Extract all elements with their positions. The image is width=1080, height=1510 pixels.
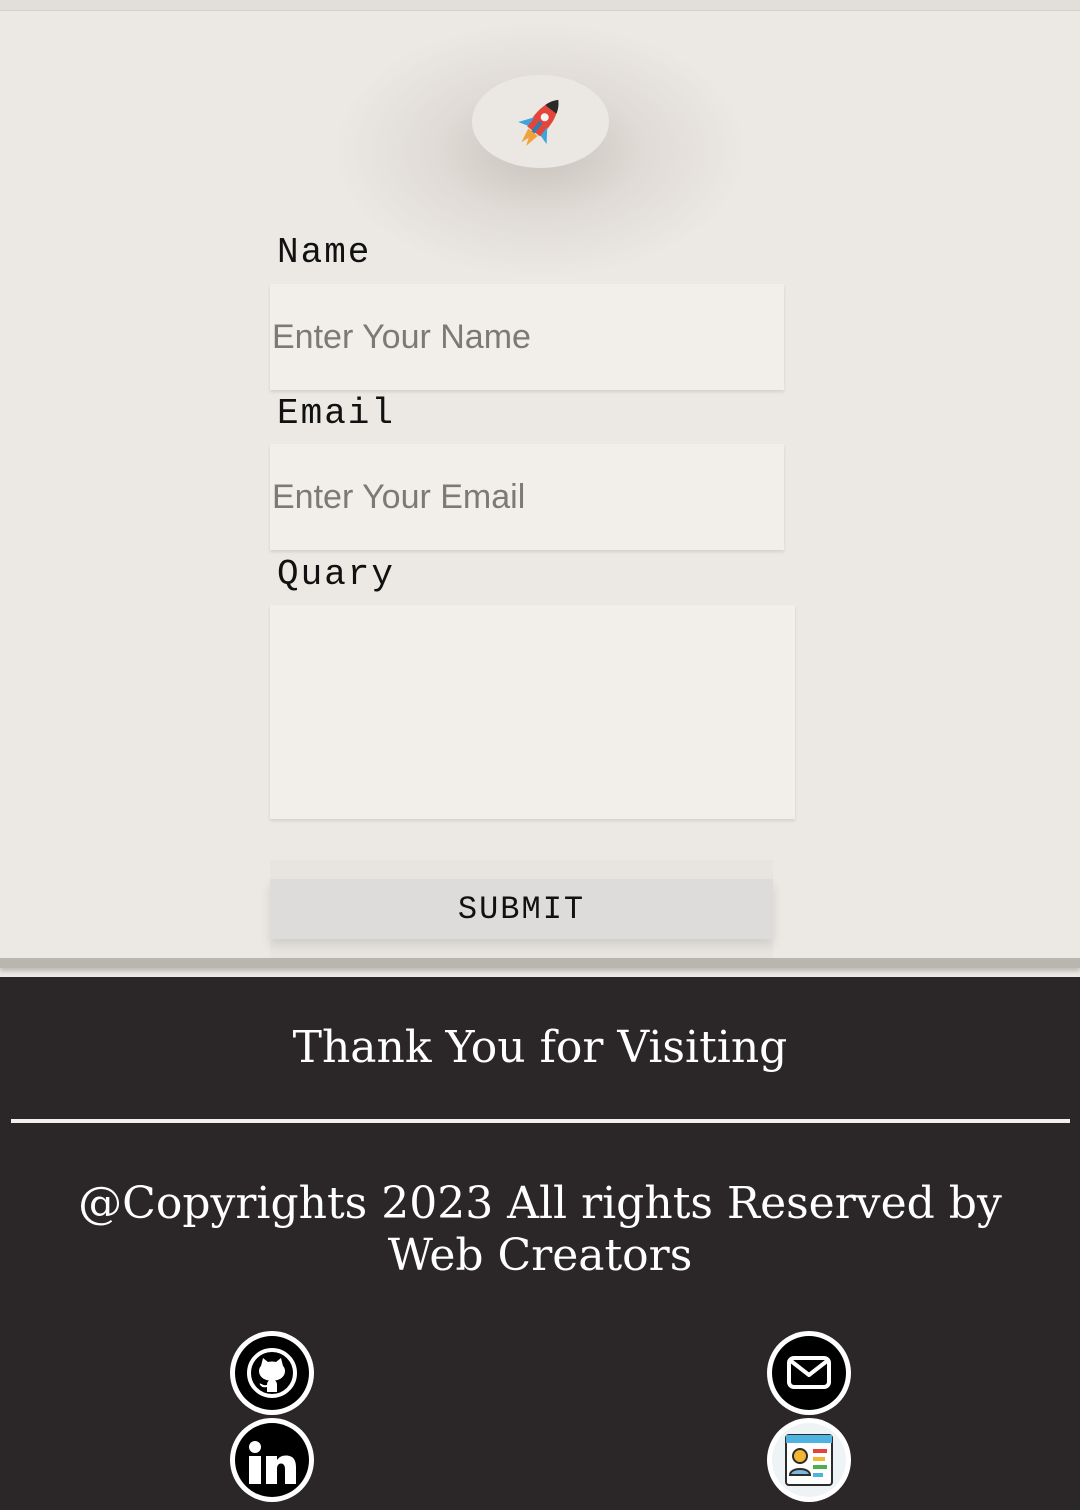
github-link[interactable]	[230, 1331, 314, 1415]
github-icon	[235, 1336, 309, 1410]
linkedin-link[interactable]	[230, 1418, 314, 1502]
query-textarea[interactable]	[270, 605, 795, 819]
email-label: Email	[277, 393, 396, 434]
mail-link[interactable]	[767, 1331, 851, 1415]
mail-icon	[772, 1336, 846, 1410]
footer-copyright: @Copyrights 2023 All rights Reserved by …	[78, 1178, 1002, 1281]
name-input[interactable]	[270, 284, 784, 390]
name-label: Name	[277, 232, 372, 273]
section-divider	[0, 958, 1080, 968]
rocket-icon	[517, 99, 558, 146]
footer-thanks: Thank You for Visiting	[292, 1022, 788, 1073]
top-bar	[0, 0, 1080, 11]
email-input[interactable]	[270, 444, 784, 550]
resume-icon	[772, 1423, 846, 1497]
linkedin-icon	[235, 1423, 309, 1497]
query-label: Quary	[277, 554, 396, 595]
submit-button[interactable]: SUBMIT	[270, 879, 773, 939]
footer-rule	[11, 1119, 1070, 1123]
resume-link[interactable]	[767, 1418, 851, 1502]
logo[interactable]	[472, 75, 609, 168]
